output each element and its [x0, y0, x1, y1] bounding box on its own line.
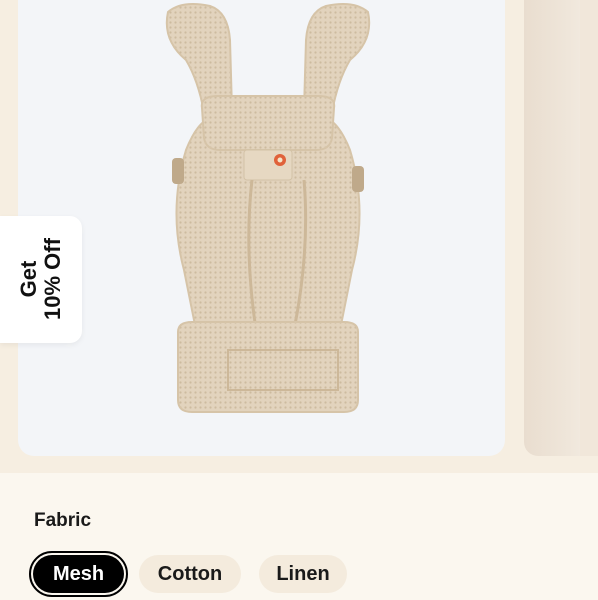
baby-carrier-image	[165, 3, 371, 413]
gallery-edge	[580, 0, 598, 456]
fabric-option-mesh[interactable]: Mesh	[29, 551, 128, 597]
fabric-option-linen[interactable]: Linen	[259, 555, 347, 593]
product-gallery[interactable]: Get 10% Off	[0, 0, 598, 473]
fabric-option-cotton[interactable]: Cotton	[139, 555, 241, 593]
discount-text: Get 10% Off	[16, 238, 65, 320]
discount-tab[interactable]: Get 10% Off	[0, 216, 82, 343]
discount-line-2: 10% Off	[40, 238, 65, 320]
product-image-card[interactable]	[18, 0, 505, 456]
discount-line-1: Get	[16, 260, 41, 298]
fabric-label: Fabric	[34, 510, 92, 531]
